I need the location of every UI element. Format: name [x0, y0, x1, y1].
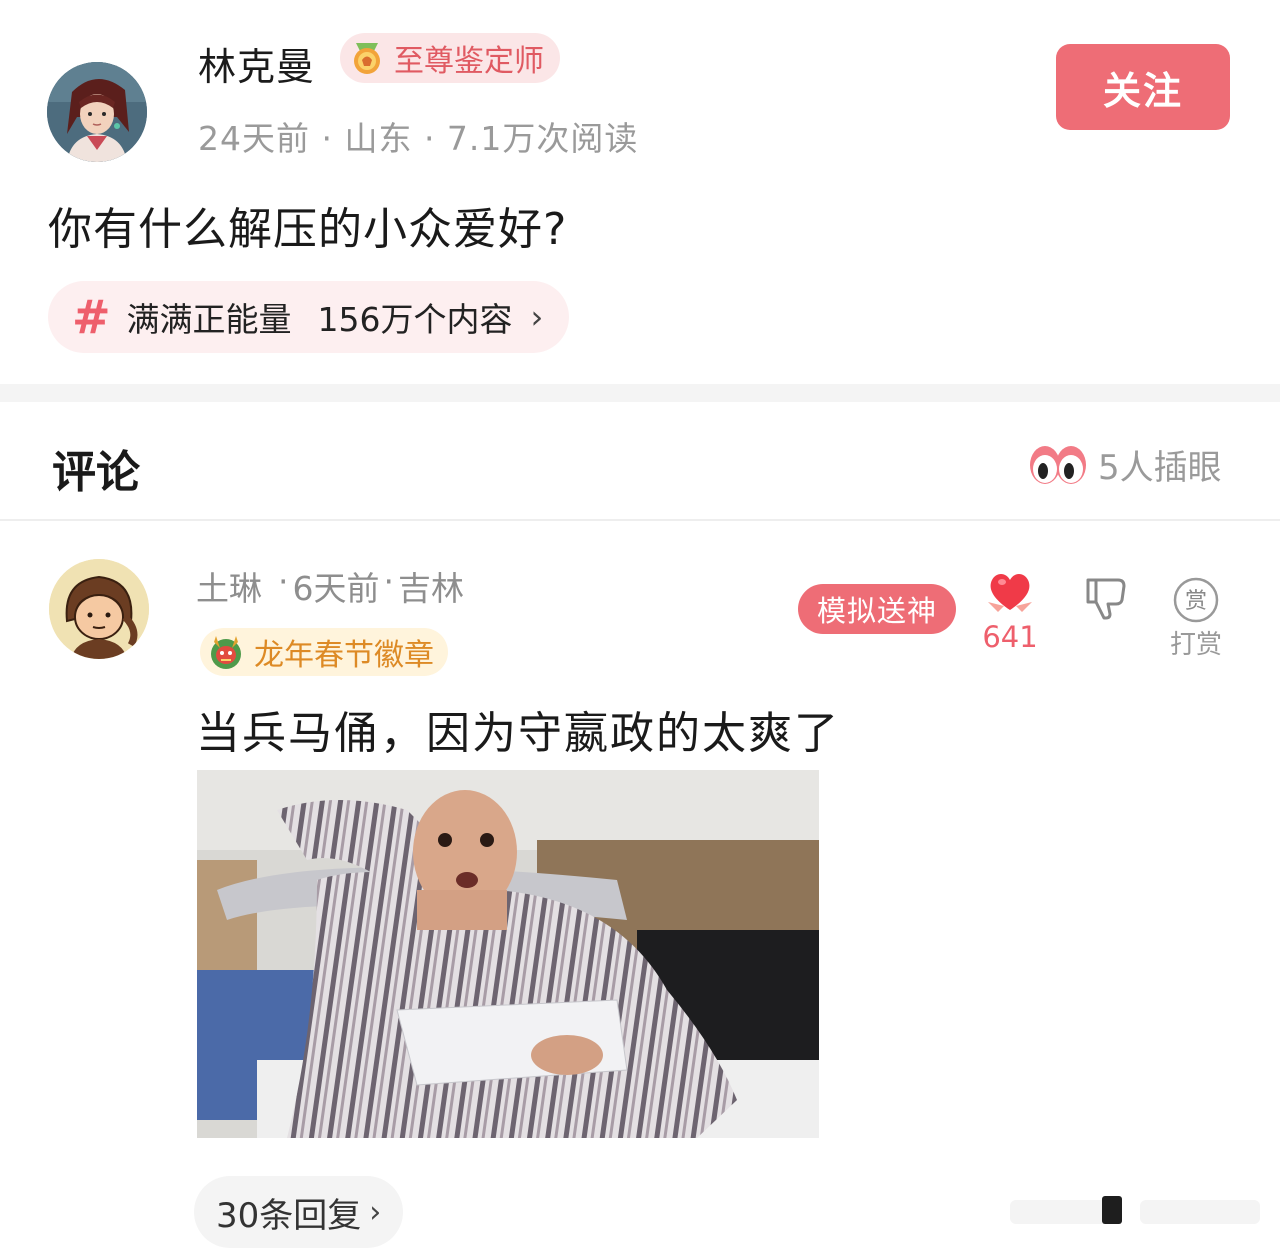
reply-count: 30条回复	[216, 1195, 362, 1236]
chevron-right-icon: ›	[369, 1194, 382, 1230]
comment-image[interactable]	[197, 770, 819, 1138]
comments-divider	[0, 519, 1280, 521]
dragon-icon	[211, 636, 241, 669]
medal-icon	[354, 43, 380, 74]
section-divider	[0, 384, 1280, 402]
follow-button[interactable]: 关注	[1056, 44, 1230, 130]
reward-icon: 赏	[1173, 577, 1219, 623]
topic-count: 156万个内容	[317, 300, 513, 339]
commenter-name[interactable]: 土琳	[196, 562, 262, 610]
view-replies-button[interactable]: 30条回复 ›	[194, 1176, 404, 1248]
send-god-button[interactable]: 模拟送神	[798, 584, 956, 634]
watermark	[1010, 1196, 1260, 1224]
rank-badge: 至尊鉴定师	[340, 33, 560, 83]
peek-indicator[interactable]: 5人插眼	[1028, 440, 1222, 489]
like-count: 641	[982, 620, 1038, 654]
festival-badge[interactable]: 龙年春节徽章	[200, 628, 448, 676]
reward-glyph: 赏	[1185, 589, 1207, 614]
meta-separator: ·	[383, 562, 395, 601]
topic-tag[interactable]: # 满满正能量 156万个内容 ›	[48, 281, 570, 353]
author-avatar[interactable]	[47, 62, 147, 162]
comment-location: 吉林	[398, 569, 464, 608]
commenter-avatar[interactable]	[49, 559, 149, 659]
rank-badge-label: 至尊鉴定师	[394, 44, 544, 79]
post-meta: 24天前 · 山东 · 7.1万次阅读	[198, 119, 639, 158]
meta-separator: ·	[278, 562, 289, 601]
comments-heading: 评论	[52, 447, 140, 498]
comment-text: 当兵马俑，因为守嬴政的太爽了	[196, 708, 840, 759]
tip-label: 打赏	[1170, 630, 1223, 660]
hashtag-icon: #	[72, 290, 111, 344]
like-button[interactable]: 641	[978, 568, 1042, 654]
post-title: 你有什么解压的小众爱好?	[48, 204, 568, 255]
thumbs-down-icon	[1086, 578, 1126, 620]
peek-count: 5人插眼	[1098, 448, 1222, 488]
tip-button[interactable]: 赏 打赏	[1170, 576, 1222, 661]
comment-meta: 土琳 · 6天前 · 吉林	[196, 562, 464, 610]
festival-badge-label: 龙年春节徽章	[254, 638, 434, 673]
comment-time: 6天前	[292, 569, 380, 608]
author-name[interactable]: 林克曼	[198, 36, 315, 91]
dislike-button[interactable]	[1082, 574, 1130, 626]
chevron-right-icon: ›	[530, 298, 544, 336]
topic-name: 满满正能量	[126, 300, 292, 339]
heart-icon	[988, 574, 1032, 612]
eyes-icon	[1030, 445, 1086, 484]
